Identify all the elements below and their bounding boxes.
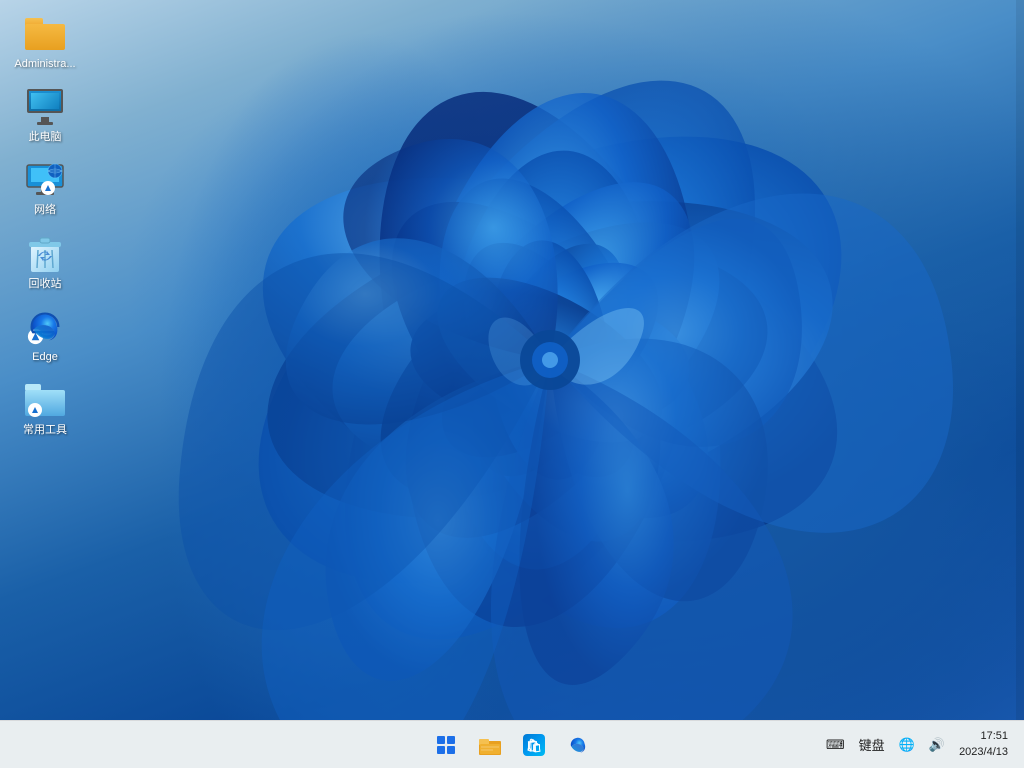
- recycle-label: 回收站: [29, 278, 62, 291]
- desktop-icon-network[interactable]: 网络: [5, 156, 85, 221]
- network-icon-image: [25, 160, 65, 200]
- edge-taskbar-icon: [567, 734, 589, 756]
- desktop-icons: Administra... 此电脑: [5, 10, 85, 441]
- win-logo-q2: [447, 736, 455, 744]
- network-svg: [26, 161, 64, 199]
- monitor-display: [31, 93, 59, 109]
- edge-icon-image: [25, 307, 65, 347]
- globe-icon[interactable]: 🌐: [895, 735, 919, 755]
- desktop-icon-edge[interactable]: Edge: [5, 303, 85, 368]
- file-explorer-icon: [479, 735, 501, 755]
- wallpaper-bloom: [100, 0, 1000, 720]
- monitor-screen: [27, 89, 63, 113]
- edge-svg: [26, 308, 64, 346]
- clock-date: 2023/4/13: [959, 745, 1008, 760]
- svg-text:🛍: 🛍: [526, 738, 543, 753]
- recycle-svg: [26, 234, 64, 274]
- start-button[interactable]: [426, 725, 466, 765]
- edge-label: Edge: [32, 351, 58, 364]
- desktop-icon-recycle[interactable]: 回收站: [5, 230, 85, 295]
- sound-icon[interactable]: 🔊: [925, 735, 949, 755]
- folder-shape: [25, 18, 65, 50]
- windows-logo: [437, 736, 455, 754]
- computer-icon-image: [25, 87, 65, 127]
- monitor-shape: [25, 89, 65, 125]
- monitor-base: [37, 122, 53, 125]
- clock-time: 17:51: [980, 729, 1008, 744]
- tools-icon-image: [25, 380, 65, 420]
- win-logo-q3: [437, 746, 445, 754]
- folder-icon-image: [25, 14, 65, 54]
- keyboard-icon[interactable]: ⌨: [822, 735, 849, 755]
- folder-body: [25, 24, 65, 50]
- store-icon: 🛍: [523, 734, 545, 756]
- file-explorer-button[interactable]: [470, 725, 510, 765]
- edge-taskbar-button[interactable]: [558, 725, 598, 765]
- clock-area[interactable]: 17:51 2023/4/13: [955, 727, 1012, 762]
- desktop-icon-tools[interactable]: 常用工具: [5, 376, 85, 441]
- network-label: 网络: [34, 204, 56, 217]
- recycle-icon-image: [25, 234, 65, 274]
- taskbar-tray: ⌨ 键盘 🌐 🔊 17:51 2023/4/13: [822, 727, 1024, 762]
- taskbar: 🛍: [0, 720, 1024, 768]
- win-logo-q4: [447, 746, 455, 754]
- tools-folder-svg: [25, 382, 65, 418]
- computer-label: 此电脑: [29, 131, 62, 144]
- store-button[interactable]: 🛍: [514, 725, 554, 765]
- win-logo-q1: [437, 736, 445, 744]
- taskbar-center: 🛍: [426, 725, 598, 765]
- desktop-icon-administrator[interactable]: Administra...: [5, 10, 85, 75]
- right-shadow: [1016, 0, 1024, 720]
- language-indicator[interactable]: 键盘: [855, 733, 889, 756]
- administrator-label: Administra...: [14, 58, 75, 71]
- desktop: Administra... 此电脑: [0, 0, 1024, 720]
- tools-label: 常用工具: [23, 424, 67, 437]
- desktop-icon-computer[interactable]: 此电脑: [5, 83, 85, 148]
